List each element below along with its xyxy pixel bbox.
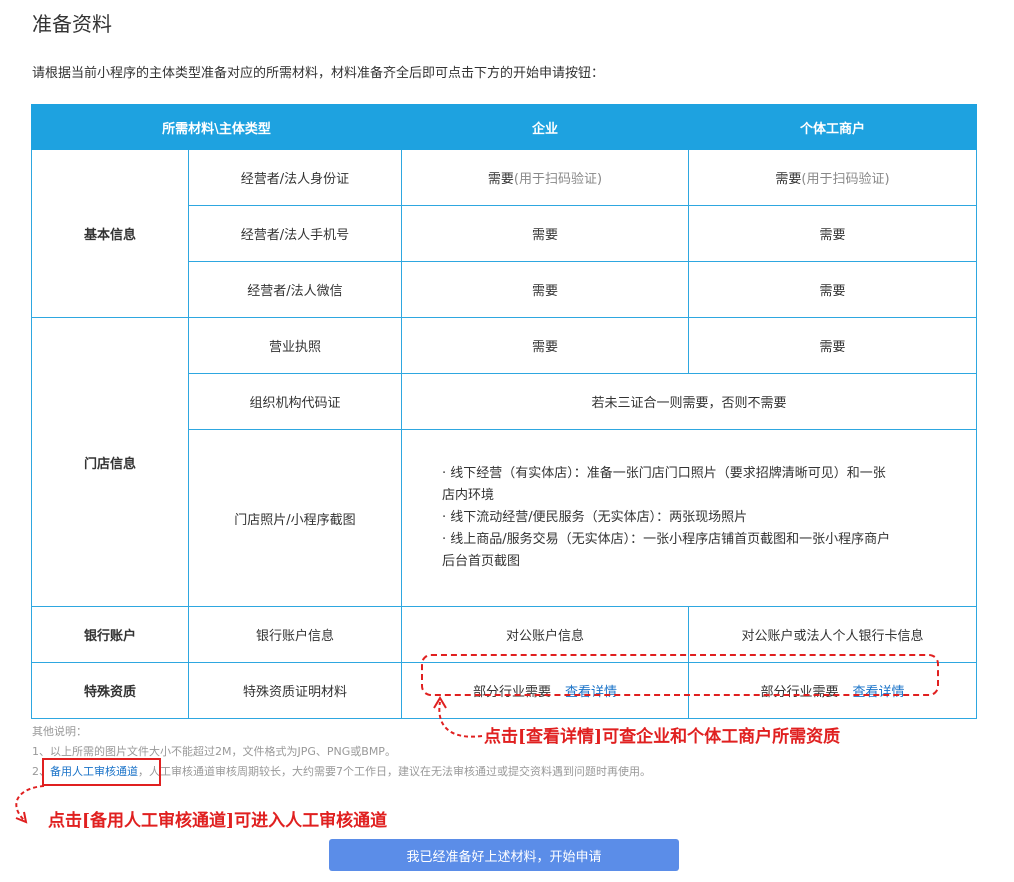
item-label: 组织机构代码证 (188, 373, 402, 430)
item-label: 经营者/法人身份证 (188, 149, 402, 206)
enterprise-value: 部分行业需要 查看详情 (401, 662, 689, 719)
curved-arrow-icon (15, 785, 45, 824)
header-individual: 个体工商户 (688, 104, 977, 150)
photo-line: · 线下经营（有实体店）：准备一张门店门口照片（要求招牌清晰可见）和一张 (442, 466, 886, 481)
item-label: 门店照片/小程序截图 (188, 429, 402, 607)
item-label: 银行账户信息 (188, 606, 402, 663)
individual-value: 对公账户或法人个人银行卡信息 (688, 606, 977, 663)
table-header-row: 所需材料\主体类型 企业 个体工商户 (31, 104, 977, 150)
group-bank-account: 银行账户 (31, 606, 189, 663)
table-row: 基本信息 经营者/法人身份证 需要(用于扫码验证) 需要(用于扫码验证) (31, 149, 977, 318)
enterprise-value: 需要 (401, 261, 689, 318)
enterprise-value: 需要 (401, 205, 689, 262)
table-row: 门店信息 营业执照 需要 需要 (31, 317, 977, 607)
item-label: 经营者/法人手机号 (188, 205, 402, 262)
enterprise-value: 需要(用于扫码验证) (401, 149, 689, 206)
individual-value: 部分行业需要 查看详情 (688, 662, 977, 719)
individual-value: 需要 (688, 317, 977, 374)
individual-value: 需要 (688, 205, 977, 262)
individual-value: 需要 (688, 261, 977, 318)
header-enterprise: 企业 (401, 104, 689, 150)
intro-text: 请根据当前小程序的主体类型准备对应的所需材料，材料准备齐全后即可点击下方的开始申… (32, 66, 605, 81)
annotation-manual-review: 点击[备用人工审核通道]可进入人工审核通道 (48, 811, 388, 831)
org-code-value: 若未三证合一则需要，否则不需要 (401, 373, 977, 430)
group-special-qualification: 特殊资质 (31, 662, 189, 719)
enterprise-value: 对公账户信息 (401, 606, 689, 663)
photo-line: 后台首页截图 (442, 554, 521, 569)
item-label: 营业执照 (188, 317, 402, 374)
photo-line: · 线下流动经营/便民服务（无实体店）：两张现场照片 (442, 510, 748, 525)
note-line-1: 1、以上所需的图片文件大小不能超过2M，文件格式为JPG、PNG或BMP。 (32, 745, 396, 758)
photo-line: 店内环境 (442, 488, 495, 503)
table-row: 特殊资质 特殊资质证明材料 部分行业需要 查看详情 部分行业需要 查看详情 (31, 662, 977, 719)
notes-heading: 其他说明： (32, 725, 87, 738)
table-row: 银行账户 银行账户信息 对公账户信息 对公账户或法人个人银行卡信息 (31, 606, 977, 663)
individual-view-details-link[interactable]: 查看详情 (853, 685, 905, 700)
note-line-2: 2、备用人工审核通道，人工审核通道审核周期较长，大约需要7个工作日，建议在无法审… (32, 765, 651, 778)
item-label: 经营者/法人微信 (188, 261, 402, 318)
item-label: 特殊资质证明材料 (188, 662, 402, 719)
group-basic-info: 基本信息 (31, 149, 189, 318)
photo-line: · 线上商品/服务交易（无实体店）：一张小程序店铺首页截图和一张小程序商户 (442, 532, 891, 547)
header-material: 所需材料\主体类型 (31, 104, 402, 150)
notes-section: 其他说明： 1、以上所需的图片文件大小不能超过2M，文件格式为JPG、PNG或B… (32, 722, 651, 782)
manual-review-link[interactable]: 备用人工审核通道 (50, 765, 138, 778)
enterprise-value: 需要 (401, 317, 689, 374)
store-photo-description: · 线下经营（有实体店）：准备一张门店门口照片（要求招牌清晰可见）和一张 店内环… (401, 429, 977, 607)
page-title: 准备资料 (32, 12, 112, 36)
enterprise-view-details-link[interactable]: 查看详情 (565, 685, 617, 700)
group-store-info: 门店信息 (31, 317, 189, 607)
individual-value: 需要(用于扫码验证) (688, 149, 977, 206)
start-application-button[interactable]: 我已经准备好上述材料，开始申请 (329, 839, 679, 871)
requirements-table: 所需材料\主体类型 企业 个体工商户 基本信息 经营者/法人身份证 需要(用于扫… (31, 104, 977, 719)
